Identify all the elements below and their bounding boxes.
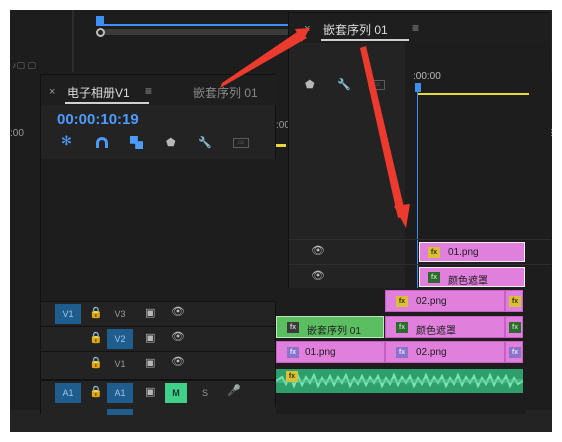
fx-badge: fx bbox=[509, 347, 521, 358]
nested-playhead-head[interactable] bbox=[415, 83, 421, 92]
main-empty-track-space bbox=[41, 159, 277, 301]
eye-icon[interactable]: 👁 bbox=[171, 306, 185, 318]
clip-v2-right[interactable]: fx bbox=[505, 316, 523, 338]
fx-badge: fx bbox=[509, 296, 521, 307]
clip-label: 01.png bbox=[448, 247, 479, 258]
bg-export-icons: ♪▢ ▢ bbox=[12, 60, 37, 70]
microphone-icon[interactable]: 🎤 bbox=[227, 385, 241, 397]
track-name-v2[interactable]: V2 bbox=[107, 329, 133, 349]
timecode-display[interactable]: 00:00:10:19 bbox=[57, 111, 139, 128]
fx-badge: fx bbox=[428, 247, 440, 258]
nested-clip-color-matte[interactable]: fx 颜色遮罩 bbox=[419, 267, 525, 287]
active-tab-underline bbox=[65, 102, 149, 104]
clip-v3-right[interactable]: fx bbox=[505, 290, 523, 312]
fx-badge: fx bbox=[287, 347, 299, 358]
bg-playhead-marker bbox=[96, 16, 104, 24]
nested-window-title[interactable]: 嵌套序列 01 bbox=[323, 21, 388, 38]
mute-button[interactable]: M bbox=[165, 383, 187, 403]
nested-eye-icon-2[interactable]: 👁 bbox=[311, 270, 325, 282]
track-lock-icon[interactable]: 🔒 bbox=[89, 307, 103, 319]
clip-label: 02.png bbox=[416, 347, 447, 358]
sync-icon[interactable]: ▣ bbox=[145, 332, 155, 344]
solo-button[interactable]: S bbox=[197, 383, 213, 403]
bg-playhead-line bbox=[96, 24, 296, 26]
main-timeline-panel: × 电子相册V1 ≡ 嵌套序列 01 00:00:10:19 ✻ ⬟ 🔧 cc … bbox=[40, 74, 277, 415]
track-lock-icon[interactable]: 🔒 bbox=[89, 332, 103, 344]
source-patch-a1[interactable]: A1 bbox=[55, 383, 81, 403]
track-name-a1[interactable]: A1 bbox=[107, 383, 133, 403]
fx-badge: fx bbox=[286, 371, 298, 382]
bg-ruler-yellow-mark bbox=[276, 144, 286, 147]
source-patch-v1[interactable]: V1 bbox=[55, 304, 81, 324]
clip-v3-02png[interactable]: fx 02.png bbox=[385, 290, 505, 312]
tab-active-sequence[interactable]: 电子相册V1 bbox=[67, 84, 130, 101]
main-close-button[interactable]: × bbox=[49, 86, 55, 98]
track-row-v1 bbox=[41, 351, 277, 376]
clip-label: 嵌套序列 01 bbox=[307, 326, 361, 337]
nested-sequence-window: × 嵌套序列 01 ≡ ⬟ 🔧 cc :00:00 👁 👁 fx 01.png … bbox=[288, 12, 551, 289]
clip-v1-02png[interactable]: fx 02.png bbox=[385, 341, 505, 363]
fx-badge: fx bbox=[396, 322, 408, 333]
background-monitor bbox=[10, 10, 290, 72]
a2-patch-partial bbox=[107, 409, 133, 415]
audio-clip-a1[interactable]: fx bbox=[276, 369, 523, 393]
bg-scrubber-handle[interactable] bbox=[96, 28, 105, 37]
nested-title-underline bbox=[321, 39, 409, 41]
clip-label: 颜色遮罩 bbox=[416, 326, 456, 337]
nested-ruler-time: :00:00 bbox=[413, 71, 441, 82]
eye-icon[interactable]: 👁 bbox=[171, 356, 185, 368]
track-name-v3[interactable]: V3 bbox=[107, 304, 133, 324]
clip-v1-right[interactable]: fx bbox=[505, 341, 523, 363]
clip-v2-nested-sequence[interactable]: fx 嵌套序列 01 bbox=[276, 316, 384, 338]
magnet-icon[interactable] bbox=[96, 137, 108, 148]
fx-badge: fx bbox=[396, 296, 408, 307]
wrench-icon[interactable]: 🔧 bbox=[198, 137, 212, 149]
clip-v1-01png[interactable]: fx 01.png bbox=[276, 341, 385, 363]
nested-clip-01png[interactable]: fx 01.png bbox=[419, 242, 525, 262]
sync-icon[interactable]: ▣ bbox=[145, 357, 155, 369]
fx-badge: fx bbox=[428, 272, 440, 283]
fx-badge: fx bbox=[396, 347, 408, 358]
track-row-v2 bbox=[41, 326, 277, 351]
nested-close-button[interactable]: × bbox=[304, 23, 310, 35]
bg-scrubber-bar[interactable] bbox=[100, 29, 290, 35]
fx-badge: fx bbox=[509, 322, 521, 333]
clip-label: 颜色遮罩 bbox=[448, 276, 488, 287]
snap-icon[interactable]: ✻ bbox=[61, 134, 72, 147]
track-name-v1[interactable]: V1 bbox=[107, 354, 133, 374]
main-menu-icon[interactable]: ≡ bbox=[145, 84, 152, 98]
marker-icon[interactable]: ⬟ bbox=[166, 137, 176, 149]
track-lock-icon[interactable]: 🔒 bbox=[89, 357, 103, 369]
nested-captions-icon[interactable]: cc bbox=[369, 80, 385, 90]
clip-label: 02.png bbox=[416, 296, 447, 307]
sync-icon[interactable]: ▣ bbox=[145, 386, 155, 398]
eye-icon[interactable]: 👁 bbox=[171, 331, 185, 343]
bg-ruler-left-label: :00 bbox=[10, 128, 24, 139]
clip-label: 01.png bbox=[305, 347, 336, 358]
nested-wrench-icon[interactable]: 🔧 bbox=[337, 79, 351, 91]
tab-nested-sequence[interactable]: 嵌套序列 01 bbox=[193, 84, 258, 101]
linked-selection-icon[interactable] bbox=[130, 136, 143, 149]
nested-work-area-bar bbox=[417, 93, 529, 95]
nested-menu-icon[interactable]: ≡ bbox=[412, 21, 419, 35]
sync-icon[interactable]: ▣ bbox=[145, 307, 155, 319]
captions-icon[interactable]: cc bbox=[233, 138, 249, 148]
premiere-workspace: ♪▢ ▢ :00 :00 2 × 嵌套序列 01 ≡ ⬟ 🔧 cc :00:00… bbox=[10, 10, 552, 432]
nested-eye-icon-1[interactable]: 👁 bbox=[311, 245, 325, 257]
nested-marker-icon[interactable]: ⬟ bbox=[305, 79, 315, 91]
fx-badge: fx bbox=[287, 322, 299, 333]
audio-waveform bbox=[276, 372, 523, 389]
clip-v2-color-matte[interactable]: fx 颜色遮罩 bbox=[385, 316, 505, 338]
a2-row-partial bbox=[41, 407, 277, 415]
background-monitor-divider bbox=[72, 10, 74, 72]
track-lock-icon[interactable]: 🔒 bbox=[89, 386, 103, 398]
